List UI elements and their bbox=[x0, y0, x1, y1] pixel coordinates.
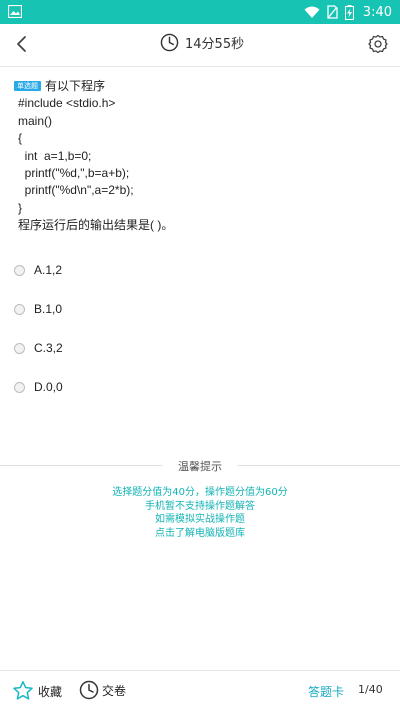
clock-icon bbox=[79, 680, 99, 700]
radio-unselected-icon[interactable] bbox=[14, 381, 25, 393]
question-block: 单选题 有以下程序 #include <stdio.h> main() { int… bbox=[14, 78, 384, 235]
image-notification-icon bbox=[8, 5, 22, 18]
code-line: printf("%d\n",a=2*b); bbox=[18, 183, 134, 198]
tips-title: 温馨提示 bbox=[178, 460, 222, 473]
pc-question-bank-link[interactable]: 点击了解电脑版题库 bbox=[0, 527, 400, 541]
tips-line: 选择题分值为40分，操作题分值为60分 bbox=[112, 487, 288, 498]
tips-line: 如需模拟实战操作题 bbox=[155, 514, 245, 525]
star-icon bbox=[13, 681, 33, 700]
no-sim-icon bbox=[327, 5, 338, 19]
answer-card-button[interactable]: 答题卡 bbox=[308, 683, 344, 700]
question-title-row: 单选题 有以下程序 bbox=[14, 78, 384, 95]
code-line: #include <stdio.h> bbox=[18, 96, 116, 111]
option-label: C.3,2 bbox=[34, 341, 63, 355]
bottom-bar: 收藏 交卷 答题卡 1/40 bbox=[0, 670, 400, 712]
option-label: B.1,0 bbox=[34, 302, 63, 316]
radio-unselected-icon[interactable] bbox=[14, 303, 25, 315]
submit-label: 交卷 bbox=[102, 683, 127, 698]
code-line: printf("%d,",b=a+b); bbox=[18, 166, 130, 181]
submit-exam-button[interactable]: 交卷 bbox=[79, 680, 126, 700]
settings-gear-icon[interactable] bbox=[368, 34, 388, 54]
status-bar: 3:40 bbox=[0, 0, 400, 24]
tips-body: 选择题分值为40分，操作题分值为60分 手机暂不支持操作题解答 如需模拟实战操作… bbox=[0, 486, 400, 540]
header-divider bbox=[0, 66, 400, 67]
option-c[interactable]: C.3,2 bbox=[14, 340, 63, 356]
exam-timer: 14分55秒 bbox=[160, 33, 244, 52]
radio-unselected-icon[interactable] bbox=[14, 342, 25, 354]
question-prompt: 程序运行后的输出结果是( )。 bbox=[18, 218, 174, 233]
status-time: 3:40 bbox=[362, 4, 392, 20]
code-line: } bbox=[18, 200, 23, 215]
code-line: main() bbox=[18, 113, 53, 128]
code-line: int a=1,b=0; bbox=[18, 148, 92, 163]
page-indicator: 1/40 bbox=[358, 683, 383, 696]
tips-divider-right bbox=[238, 465, 400, 466]
tips-divider-left bbox=[0, 465, 162, 466]
code-line: { bbox=[18, 131, 23, 146]
back-arrow-icon[interactable] bbox=[10, 32, 34, 56]
question-title: 有以下程序 bbox=[45, 79, 106, 93]
question-type-tag: 单选题 bbox=[14, 80, 41, 91]
radio-unselected-icon[interactable] bbox=[14, 264, 25, 276]
header: 14分55秒 bbox=[0, 24, 400, 66]
clock-icon bbox=[160, 33, 179, 52]
option-b[interactable]: B.1,0 bbox=[14, 301, 62, 317]
battery-charging-icon bbox=[344, 4, 354, 20]
favorite-label: 收藏 bbox=[38, 684, 63, 699]
option-a[interactable]: A.1,2 bbox=[14, 262, 62, 278]
option-label: A.1,2 bbox=[34, 263, 63, 277]
option-d[interactable]: D.0,0 bbox=[14, 379, 63, 395]
timer-text: 14分55秒 bbox=[185, 37, 245, 52]
tips-line: 手机暂不支持操作题解答 bbox=[145, 500, 255, 512]
wifi-icon bbox=[304, 6, 320, 18]
option-label: D.0,0 bbox=[34, 380, 63, 394]
favorite-button[interactable]: 收藏 bbox=[12, 680, 62, 702]
